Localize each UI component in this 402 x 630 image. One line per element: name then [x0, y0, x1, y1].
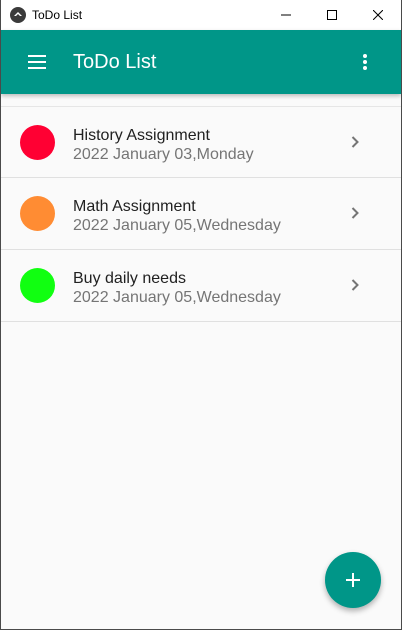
task-text: Math Assignment 2022 January 05,Wednesda…: [73, 197, 281, 235]
minimize-button[interactable]: [263, 0, 309, 30]
menu-icon[interactable]: [25, 50, 49, 74]
task-item-math-assignment[interactable]: Math Assignment 2022 January 05,Wednesda…: [1, 178, 401, 250]
app-toolbar: ToDo List: [1, 30, 401, 94]
task-item-history-assignment[interactable]: History Assignment 2022 January 03,Monda…: [1, 106, 401, 178]
priority-dot: [20, 196, 55, 231]
priority-dot: [20, 268, 55, 303]
task-list: History Assignment 2022 January 03,Monda…: [1, 106, 401, 322]
minimize-icon: [281, 14, 291, 16]
add-task-button[interactable]: [325, 552, 381, 608]
task-date: 2022 January 05,Wednesday: [73, 217, 281, 234]
chevron-right-icon[interactable]: [345, 132, 365, 152]
task-item-buy-daily-needs[interactable]: Buy daily needs 2022 January 05,Wednesda…: [1, 250, 401, 322]
plus-icon: [346, 573, 360, 587]
task-date: 2022 January 03,Monday: [73, 146, 254, 163]
task-text: Buy daily needs 2022 January 05,Wednesda…: [73, 269, 281, 307]
task-date: 2022 January 05,Wednesday: [73, 289, 281, 306]
maximize-button[interactable]: [309, 0, 355, 30]
chevron-right-icon[interactable]: [345, 203, 365, 223]
task-title: History Assignment: [73, 127, 210, 144]
kivy-logo-icon: [10, 7, 26, 23]
close-button[interactable]: [355, 0, 401, 30]
window-controls: [263, 0, 401, 30]
task-title: Buy daily needs: [73, 270, 186, 287]
close-icon: [373, 10, 383, 20]
task-title: Math Assignment: [73, 198, 196, 215]
maximize-icon: [327, 10, 337, 20]
window-titlebar: ToDo List: [1, 0, 401, 30]
window-title: ToDo List: [32, 8, 83, 22]
app-window: ToDo List ToDo List History Assignment 2…: [0, 0, 402, 630]
priority-dot: [20, 125, 55, 160]
page-title: ToDo List: [73, 51, 157, 73]
chevron-right-icon[interactable]: [345, 275, 365, 295]
task-text: History Assignment 2022 January 03,Monda…: [73, 126, 254, 164]
more-vert-icon[interactable]: [353, 50, 377, 74]
